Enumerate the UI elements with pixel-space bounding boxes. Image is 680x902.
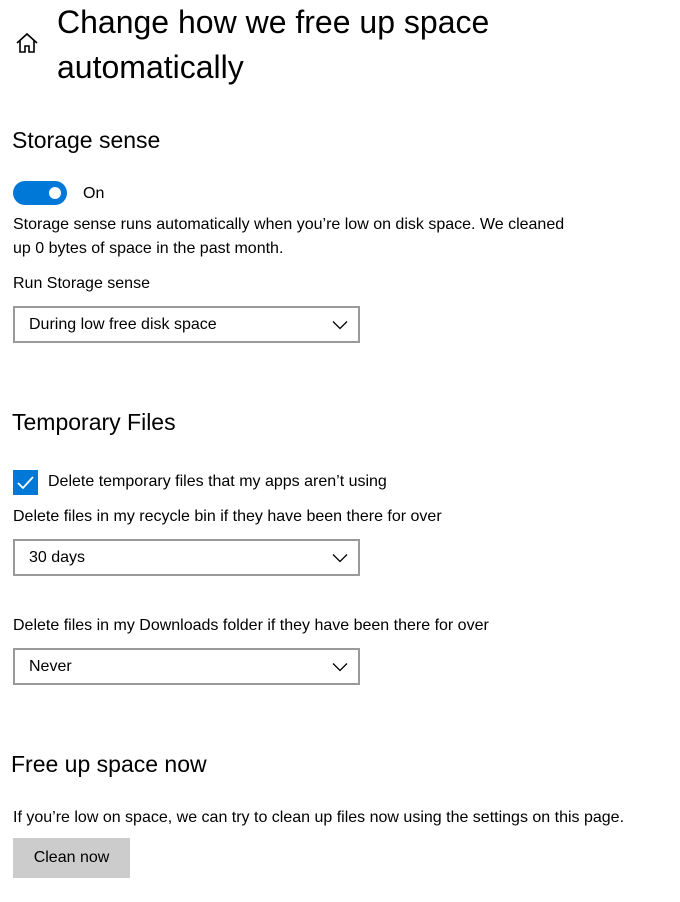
recycle-bin-dropdown[interactable]: 30 days [13,539,360,576]
downloads-folder-dropdown[interactable]: Never [13,648,360,685]
storage-sense-settings-page: Change how we free up space automaticall… [0,0,680,902]
toggle-state-label: On [83,185,105,202]
storage-sense-heading: Storage sense [12,127,161,153]
dropdown-selected-value: 30 days [29,549,86,566]
checkmark-icon [17,476,34,490]
delete-temp-files-checkbox[interactable] [13,470,38,495]
clean-now-button[interactable]: Clean now [13,838,130,878]
toggle-knob [49,187,61,199]
temporary-files-heading: Temporary Files [12,409,176,435]
free-up-space-description: If you’re low on space, we can try to cl… [13,809,625,826]
run-storage-sense-label: Run Storage sense [13,275,150,292]
recycle-bin-label: Delete files in my recycle bin if they h… [13,508,442,525]
delete-temp-files-label: Delete temporary files that my apps aren… [48,473,387,490]
storage-sense-description: Storage sense runs automatically when yo… [13,216,565,257]
chevron-down-icon [332,317,348,333]
home-icon[interactable] [14,30,40,56]
dropdown-selected-value: Never [29,658,72,675]
run-storage-sense-dropdown[interactable]: During low free disk space [13,306,360,343]
dropdown-selected-value: During low free disk space [29,316,217,333]
page-title: Change how we free up space automaticall… [57,4,490,85]
downloads-folder-label: Delete files in my Downloads folder if t… [13,617,489,634]
free-up-space-heading: Free up space now [11,751,207,777]
chevron-down-icon [332,659,348,675]
chevron-down-icon [332,550,348,566]
storage-sense-toggle[interactable] [13,181,67,205]
